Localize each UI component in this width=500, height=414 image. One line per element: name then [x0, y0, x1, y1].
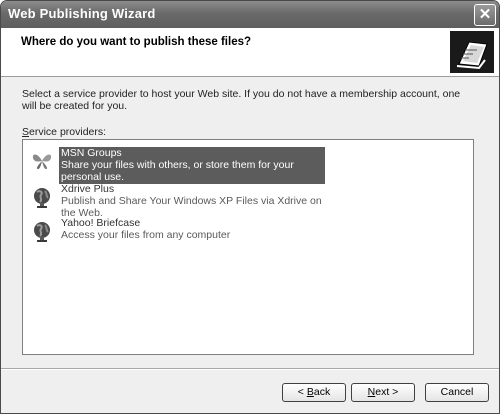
provider-description: Share your files with others, or store t…	[61, 159, 294, 183]
provider-description: Access your files from any computer	[61, 229, 231, 241]
globe-icon	[34, 188, 50, 208]
xdrive-plus-text: Xdrive Plus Publish and Share Your Windo…	[61, 183, 325, 219]
back-button-label: ack	[313, 386, 331, 398]
back-button-prefix: <	[297, 386, 307, 398]
wizard-header: Where do you want to publish these files…	[1, 28, 499, 77]
cancel-button[interactable]: Cancel	[425, 383, 489, 402]
provider-name: Xdrive Plus	[61, 183, 115, 195]
provider-name: Yahoo! Briefcase	[61, 217, 141, 229]
next-button-suffix: >	[389, 386, 399, 398]
providers-label-text: ervice providers:	[29, 126, 107, 138]
globe-icon	[34, 222, 50, 242]
close-button[interactable]: ✕	[474, 4, 496, 26]
list-item-msn-groups[interactable]: MSN Groups Share your files with others,…	[29, 146, 325, 184]
next-button-label: ext	[375, 386, 390, 398]
provider-name: MSN Groups	[61, 147, 122, 159]
list-item-xdrive-plus[interactable]: Xdrive Plus Publish and Share Your Windo…	[29, 182, 325, 219]
publish-wizard-icon	[450, 31, 494, 73]
service-providers-label: Service providers:	[22, 126, 106, 138]
back-button-accelerator: B	[306, 386, 314, 398]
msn-groups-text: MSN Groups Share your files with others,…	[59, 147, 325, 184]
wizard-window: Web Publishing Wizard ✕ Where do you wan…	[0, 0, 500, 414]
back-button[interactable]: < Back	[282, 383, 346, 402]
window-title: Web Publishing Wizard	[8, 6, 156, 21]
providers-label-accelerator: S	[22, 126, 30, 138]
next-button[interactable]: Next >	[351, 383, 415, 402]
page-title: Where do you want to publish these files…	[21, 36, 252, 48]
list-item-yahoo-briefcase[interactable]: Yahoo! Briefcase Access your files from …	[29, 216, 325, 246]
title-bar[interactable]: Web Publishing Wizard ✕	[1, 1, 499, 28]
footer-divider	[1, 368, 499, 370]
service-providers-list[interactable]: MSN Groups Share your files with others,…	[22, 139, 474, 355]
butterfly-icon	[32, 154, 52, 169]
yahoo-briefcase-text: Yahoo! Briefcase Access your files from …	[61, 217, 230, 241]
instructions-text: Select a service provider to host your W…	[22, 88, 461, 112]
